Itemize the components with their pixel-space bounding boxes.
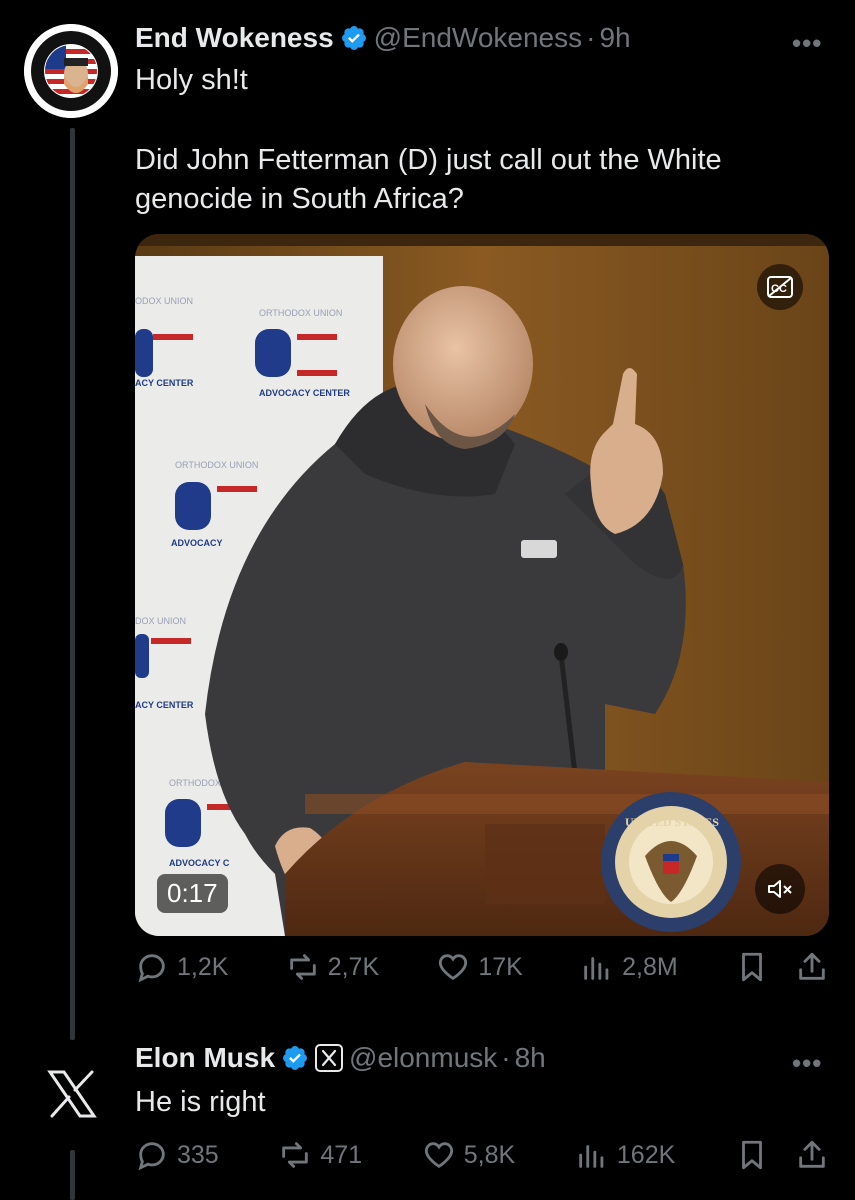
like-count: 17K bbox=[478, 952, 523, 981]
reply-button[interactable]: 1,2K bbox=[135, 950, 228, 984]
thread-line-continued bbox=[70, 1150, 75, 1200]
tweet1-header: End Wokeness @EndWokeness · 9h bbox=[135, 22, 631, 54]
captions-button[interactable]: CC bbox=[757, 264, 803, 310]
svg-text:ODOX UNION: ODOX UNION bbox=[135, 296, 193, 306]
repost-count: 471 bbox=[320, 1140, 363, 1169]
svg-text:ORTHODOX UNION: ORTHODOX UNION bbox=[259, 308, 342, 318]
bookmark-icon[interactable] bbox=[735, 950, 769, 984]
mute-button[interactable] bbox=[755, 864, 805, 914]
svg-text:ACY CENTER: ACY CENTER bbox=[135, 378, 194, 388]
repost-count: 2,7K bbox=[327, 952, 380, 981]
video-frame: ORTHODOX UNION ODOX UNION ORTHODOX UNION… bbox=[135, 234, 829, 936]
x-logo-icon bbox=[47, 1070, 97, 1118]
svg-text:ORTHODOX UNION: ORTHODOX UNION bbox=[175, 460, 258, 470]
video-duration: 0:17 bbox=[157, 874, 228, 913]
views-count: 2,8M bbox=[622, 952, 678, 981]
tweet2-handle[interactable]: @elonmusk bbox=[349, 1042, 497, 1074]
heart-icon bbox=[424, 1142, 453, 1169]
views-button[interactable]: 2,8M bbox=[580, 950, 678, 984]
reply-icon bbox=[138, 954, 165, 983]
repost-icon bbox=[289, 954, 316, 980]
elon-musk-avatar[interactable] bbox=[44, 1066, 100, 1127]
thread-line bbox=[70, 128, 75, 1040]
svg-text:DOX UNION: DOX UNION bbox=[135, 616, 186, 626]
tweet1-text-line2: Did John Fetterman (D) just call out the… bbox=[135, 144, 722, 176]
views-icon bbox=[584, 957, 609, 980]
closed-captions-icon: CC bbox=[767, 276, 793, 298]
views-icon bbox=[579, 1145, 604, 1168]
tweet1-separator: · bbox=[586, 22, 596, 53]
like-button[interactable]: 5,8K bbox=[422, 1138, 515, 1172]
share-icon[interactable] bbox=[795, 1138, 829, 1172]
tweet2-author-name[interactable]: Elon Musk bbox=[135, 1042, 275, 1074]
reply-count: 335 bbox=[177, 1140, 219, 1169]
tweet2-more-icon[interactable]: ••• bbox=[792, 1048, 822, 1079]
heart-icon bbox=[439, 954, 468, 981]
svg-text:ADVOCACY: ADVOCACY bbox=[171, 538, 223, 548]
svg-text:ACY CENTER: ACY CENTER bbox=[135, 700, 194, 710]
tweet2-separator: · bbox=[501, 1042, 511, 1073]
repost-button[interactable]: 471 bbox=[278, 1138, 362, 1172]
like-count: 5,8K bbox=[463, 1140, 516, 1169]
seal-text: UNITED STATES bbox=[625, 815, 719, 829]
tweet2-actions: 335 471 5,8K 162K bbox=[135, 1138, 829, 1172]
tweet2-timestamp[interactable]: 8h bbox=[515, 1042, 546, 1074]
tweet1-text-line3: genocide in South Africa? bbox=[135, 183, 464, 215]
reply-button[interactable]: 335 bbox=[135, 1138, 219, 1172]
tweet1-video[interactable]: ORTHODOX UNION ODOX UNION ORTHODOX UNION… bbox=[135, 234, 829, 936]
tweet1-handle[interactable]: @EndWokeness bbox=[374, 22, 582, 54]
tweet1-text-line1: Holy sh!t bbox=[135, 64, 248, 96]
repost-button[interactable]: 2,7K bbox=[286, 950, 379, 984]
svg-text:ADVOCACY C: ADVOCACY C bbox=[169, 858, 230, 868]
svg-text:ADVOCACY CENTER: ADVOCACY CENTER bbox=[259, 388, 350, 398]
tweet1-timestamp[interactable]: 9h bbox=[599, 22, 630, 54]
avatar-logo-icon bbox=[24, 24, 118, 118]
svg-text:ORTHODOX: ORTHODOX bbox=[169, 778, 221, 788]
tweet1-more-icon[interactable]: ••• bbox=[792, 28, 822, 59]
like-button[interactable]: 17K bbox=[436, 950, 523, 984]
reply-count: 1,2K bbox=[177, 952, 229, 981]
tweet1-author-name[interactable]: End Wokeness bbox=[135, 22, 334, 54]
bookmark-icon[interactable] bbox=[735, 1138, 769, 1172]
tweet2-text: He is right bbox=[135, 1086, 266, 1118]
views-button[interactable]: 162K bbox=[575, 1138, 675, 1172]
tweet2-header: Elon Musk @elonmusk · 8h bbox=[135, 1042, 546, 1074]
repost-icon bbox=[282, 1142, 309, 1168]
end-wokeness-avatar[interactable] bbox=[24, 24, 118, 118]
x-affiliate-badge-icon bbox=[315, 1044, 344, 1072]
verified-badge-icon bbox=[283, 1046, 307, 1070]
speaker-muted-icon bbox=[768, 880, 792, 898]
tweet1-actions: 1,2K 2,7K 17K 2,8M bbox=[135, 950, 829, 984]
verified-badge-icon bbox=[341, 26, 366, 50]
share-icon[interactable] bbox=[795, 950, 829, 984]
reply-icon bbox=[138, 1142, 165, 1171]
views-count: 162K bbox=[616, 1140, 676, 1169]
